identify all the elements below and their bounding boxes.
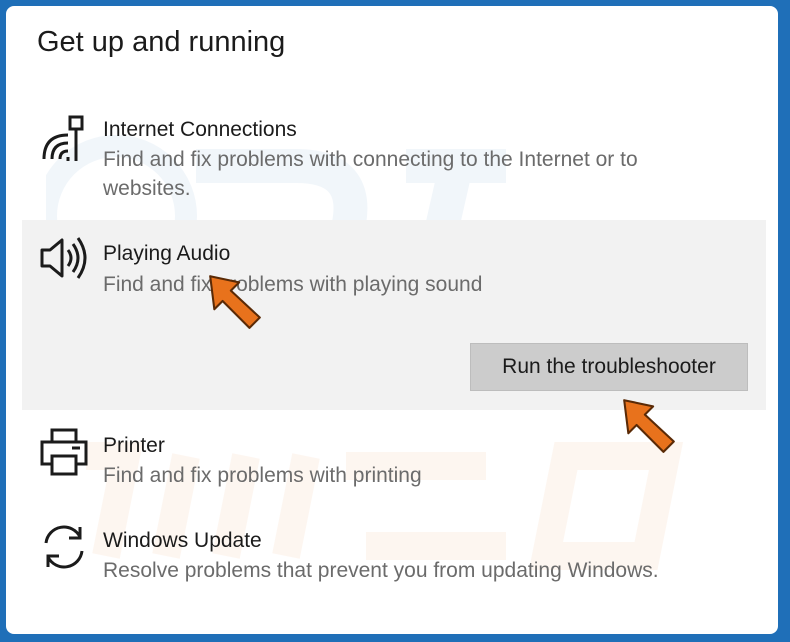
item-description: Resolve problems that prevent you from u… (103, 559, 659, 582)
item-name: Playing Audio (103, 242, 231, 265)
page-title: Get up and running (37, 26, 286, 58)
item-name: Windows Update (103, 529, 262, 552)
troubleshooter-internet-connections[interactable]: Internet Connections Find and fix proble… (22, 101, 766, 213)
speaker-icon (40, 237, 87, 279)
printer-icon (40, 428, 88, 476)
troubleshooter-playing-audio[interactable]: Playing Audio Find and fix problems with… (22, 220, 766, 410)
troubleshoot-panel: Get up and running Internet Connections … (6, 6, 778, 634)
wifi-signal-icon (42, 115, 84, 161)
item-description: Find and fix problems with printing (103, 464, 422, 487)
item-description: Find and fix problems with playing sound (103, 273, 483, 296)
item-name: Printer (103, 434, 165, 457)
run-troubleshooter-button[interactable]: Run the troubleshooter (470, 343, 748, 391)
annotation-arrow-audio (209, 275, 261, 329)
item-name: Internet Connections (103, 118, 297, 141)
item-description: Find and fix problems with connecting to… (103, 148, 638, 200)
refresh-icon (44, 525, 84, 569)
annotation-arrow-button (623, 399, 675, 453)
troubleshooter-windows-update[interactable]: Windows Update Resolve problems that pre… (22, 511, 766, 603)
